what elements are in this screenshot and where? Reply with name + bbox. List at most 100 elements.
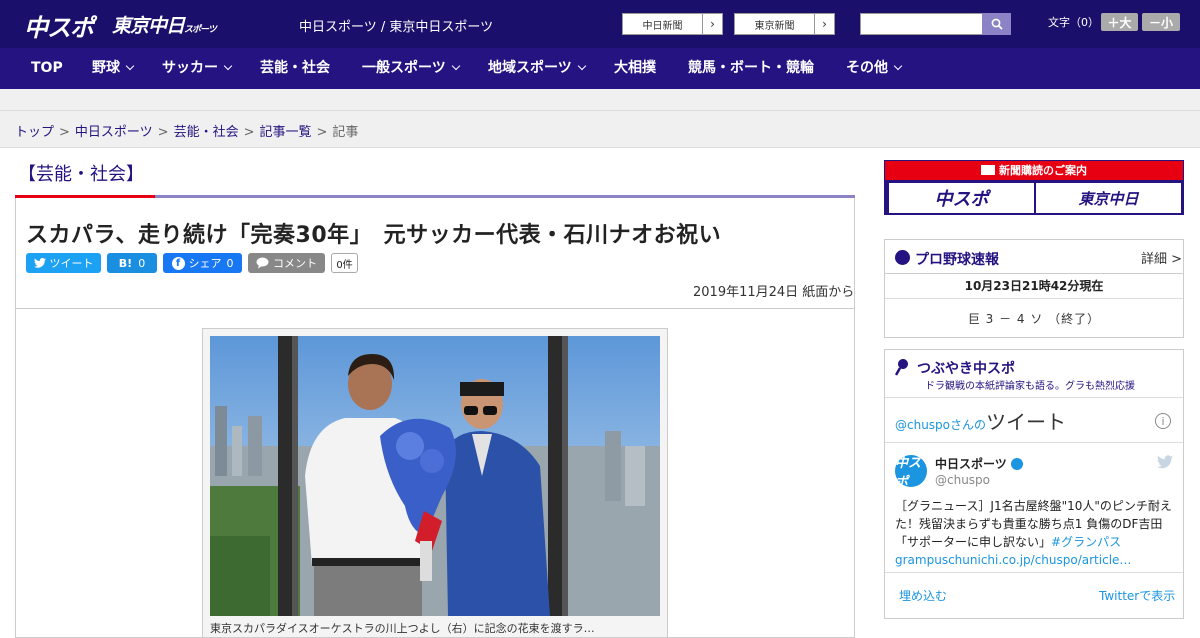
breadcrumb-current: 記事 — [332, 125, 359, 140]
timeline-handle: @chuspoさんの — [895, 418, 987, 432]
tweet-hashtag[interactable]: #グランパス — [1051, 535, 1121, 549]
chevron-right-icon: › — [702, 14, 722, 34]
baseball-icon — [895, 250, 910, 265]
nav-item-6[interactable]: 大相撲 — [614, 48, 656, 89]
timeline-header[interactable]: @chuspoさんのツイート — [895, 406, 1066, 435]
breadcrumb-separator: > — [243, 125, 255, 140]
search-button[interactable] — [982, 13, 1011, 35]
facebook-count: 0 — [226, 256, 234, 270]
nav-item-label: 一般スポーツ — [362, 60, 446, 76]
photo-illustration — [210, 336, 660, 616]
baseball-title: プロ野球速報 — [915, 252, 999, 268]
tweet-timeline: @chuspoさんのツイート i 中スポ 中日スポーツ @chuspo ［グラニ… — [885, 397, 1183, 619]
breadcrumb-link[interactable]: 中日スポーツ — [75, 125, 153, 140]
tokyo-logo-text: 東京中日 — [112, 15, 185, 37]
embed-link[interactable]: 埋め込む — [899, 587, 947, 604]
nav-item-7[interactable]: 競馬・ボート・競輪 — [688, 48, 814, 89]
tweet-author-handle[interactable]: @chuspo — [935, 473, 990, 487]
baseball-score[interactable]: 巨 3 － 4 ソ （終了） — [885, 310, 1183, 327]
chunichi-shimbun-label: 中日新聞 — [642, 20, 683, 32]
nav-item-8[interactable]: その他 — [846, 48, 903, 89]
chevron-down-icon — [223, 61, 233, 71]
info-icon[interactable]: i — [1155, 413, 1171, 429]
breadcrumb-link[interactable]: トップ — [15, 125, 54, 140]
view-on-twitter-link[interactable]: Twitterで表示 — [1099, 587, 1175, 604]
hatena-icon: B! — [118, 256, 133, 270]
nav-item-label: 芸能・社会 — [260, 60, 330, 76]
breadcrumb-separator: > — [157, 125, 169, 140]
nav-item-4[interactable]: 一般スポーツ — [362, 48, 460, 89]
chuspo-logo[interactable]: 中スポ — [24, 8, 94, 43]
avatar[interactable]: 中スポ — [895, 455, 927, 487]
article-headline: スカパラ、走り続け「完奏30年」 元サッカー代表・石川ナオお祝い — [26, 223, 722, 248]
font-large-button[interactable]: ＋大 — [1101, 13, 1138, 31]
article-dateline: 2019年11月24日 紙面から — [693, 285, 855, 300]
comment-count: 0件 — [331, 253, 358, 273]
ad-strip — [0, 89, 1200, 111]
verified-icon — [1010, 457, 1023, 470]
twitter-widget: つぶやき中スポ ドラ観戦の本紙評論家も語る。グラも熱烈応援 @chuspoさんの… — [884, 349, 1184, 619]
chevron-right-icon: › — [814, 14, 834, 34]
tweet-link[interactable]: grampuschunichi.co.jp/chuspo/article… — [895, 553, 1131, 567]
nav-item-5[interactable]: 地域スポーツ — [488, 48, 586, 89]
breadcrumb-link[interactable]: 芸能・社会 — [174, 125, 239, 140]
tokyo-chunichi-logo[interactable]: 東京中日スポーツ — [112, 11, 217, 38]
nav-item-label: サッカー — [162, 60, 218, 76]
breadcrumb-separator: > — [59, 125, 70, 140]
site-header: 中スポ 東京中日スポーツ 中日スポーツ / 東京中日スポーツ 中日新聞 › 東京… — [0, 0, 1200, 48]
font-small-button[interactable]: －小 — [1142, 13, 1180, 31]
tokyo-logo-small: スポーツ — [184, 25, 217, 35]
breadcrumb-separator: > — [316, 125, 328, 140]
timeline-divider — [885, 442, 1183, 443]
search-icon — [991, 18, 1003, 30]
tweet-body: ［グラニュース］J1名古屋終盤"10人"のピンチ耐えた！残留決まらずも貴重な勝ち… — [895, 499, 1172, 549]
chevron-down-icon — [125, 61, 135, 71]
baseball-details-link[interactable]: 詳細 > — [1141, 248, 1182, 267]
tokyo-shimbun-link[interactable]: 東京新聞 › — [734, 13, 835, 35]
article-divider — [16, 308, 854, 309]
promo-title-text: 新聞購読のご案内 — [999, 164, 1087, 177]
tweet-label: ツイート — [49, 257, 94, 270]
baseball-scores-widget: プロ野球速報 詳細 > 10月23日21時42分現在 巨 3 － 4 ソ （終了… — [884, 239, 1184, 338]
twitter-icon — [33, 258, 46, 268]
comment-button[interactable]: コメント — [248, 253, 325, 273]
nav-item-3[interactable]: 芸能・社会 — [260, 48, 330, 89]
facebook-share-button[interactable]: f シェア 0 — [163, 253, 242, 273]
chevron-down-icon — [451, 61, 460, 71]
breadcrumb-link[interactable]: 記事一覧 — [260, 125, 312, 140]
subscription-promo[interactable]: 新聞購読のご案内 中スポ 東京中日 — [884, 160, 1184, 215]
facebook-label: シェア — [188, 257, 222, 270]
promo-chuspo-card[interactable]: 中スポ — [889, 183, 1034, 213]
tweet-author-name[interactable]: 中日スポーツ — [935, 455, 1023, 472]
comment-icon — [256, 257, 269, 269]
promo-tokyo-card[interactable]: 東京中日 — [1036, 183, 1181, 213]
chevron-down-icon — [577, 61, 586, 71]
comment-label: コメント — [273, 257, 317, 270]
tokyo-shimbun-label: 東京新聞 — [754, 20, 795, 32]
main-nav: TOP 野球 サッカー 芸能・社会 一般スポーツ 地域スポーツ 大相撲 競馬・ボート・競輪 その… — [0, 48, 1200, 89]
hatena-count: 0 — [138, 256, 146, 270]
nav-item-1[interactable]: 野球 — [92, 48, 135, 89]
twitter-icon[interactable] — [1157, 455, 1173, 469]
newspaper-icon — [981, 165, 995, 175]
nav-item-label: 競馬・ボート・競輪 — [688, 60, 814, 76]
article-photo[interactable] — [210, 336, 660, 616]
nav-item-label: 野球 — [92, 60, 120, 76]
hatena-bookmark-button[interactable]: B! 0 — [107, 253, 157, 273]
search-input[interactable] — [860, 13, 983, 35]
timeline-footer-divider — [885, 572, 1183, 573]
nav-item-2[interactable]: サッカー — [162, 48, 233, 89]
tweet-widget-title: つぶやき中スポ — [917, 361, 1015, 377]
font-size-label: 文字（0） — [1048, 16, 1099, 29]
site-names: 中日スポーツ / 東京中日スポーツ — [299, 20, 494, 35]
promo-title: 新聞購読のご案内 — [885, 161, 1183, 180]
nav-item-0[interactable]: TOP — [31, 48, 63, 89]
nav-item-label: 大相撲 — [614, 60, 656, 76]
breadcrumb: トップ > 中日スポーツ > 芸能・社会 > 記事一覧 > 記事 — [15, 121, 358, 140]
nav-item-label: その他 — [846, 60, 888, 76]
chevron-down-icon — [893, 61, 903, 71]
photo-caption: 東京スカパラダイスオーケストラの川上つよし（右）に記念の花束を渡すラ… — [210, 622, 595, 635]
chunichi-shimbun-link[interactable]: 中日新聞 › — [622, 13, 723, 35]
tweet-button[interactable]: ツイート — [26, 253, 101, 273]
baseball-header: プロ野球速報 詳細 > — [885, 240, 1183, 274]
